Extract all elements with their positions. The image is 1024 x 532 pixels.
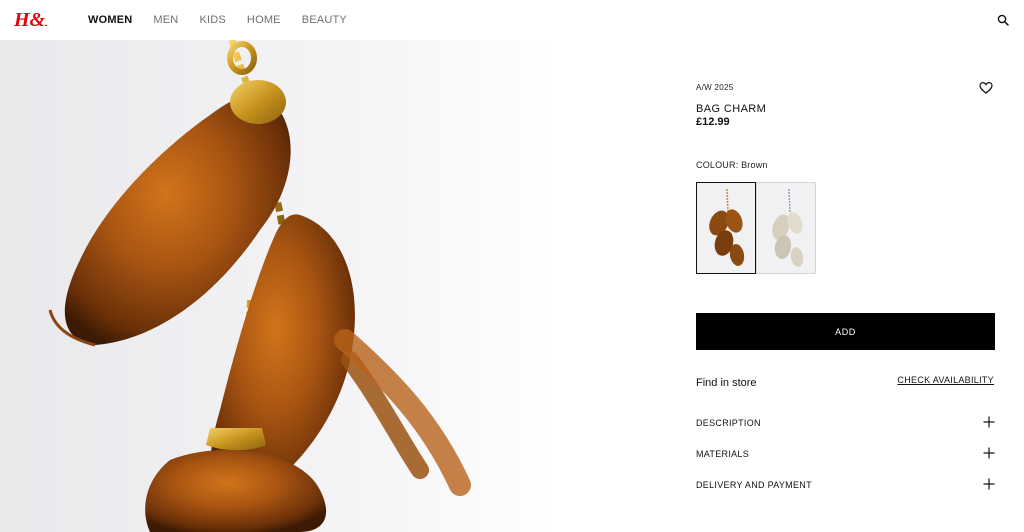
nav-item-women[interactable]: WOMEN: [88, 14, 132, 26]
heart-icon[interactable]: [979, 81, 993, 95]
accordion-description[interactable]: DESCRIPTION: [696, 413, 995, 433]
product-title: BAG CHARM: [696, 103, 767, 115]
swatch-brown[interactable]: [696, 182, 756, 274]
plus-icon: [983, 478, 995, 490]
plus-icon: [983, 447, 995, 459]
product-price: £12.99: [696, 116, 730, 128]
product-details: A/W 2025 BAG CHARM £12.99 COLOUR: Brown …: [696, 0, 996, 532]
add-to-bag-button[interactable]: ADD: [696, 313, 995, 350]
plus-icon: [983, 416, 995, 428]
nav-item-home[interactable]: HOME: [247, 14, 281, 26]
product-image: [0, 40, 556, 532]
season-label: A/W 2025: [696, 83, 734, 92]
accordion-delivery-payment-label: DELIVERY AND PAYMENT: [696, 480, 812, 490]
nav-item-beauty[interactable]: BEAUTY: [302, 14, 347, 26]
accordion-materials-label: MATERIALS: [696, 449, 750, 459]
check-availability-link[interactable]: CHECK AVAILABILITY: [897, 375, 994, 385]
svg-text:H&M: H&M: [13, 9, 47, 31]
colour-label: COLOUR: Brown: [696, 160, 768, 170]
nav-item-kids[interactable]: KIDS: [199, 14, 225, 26]
find-in-store-label: Find in store: [696, 377, 757, 389]
main-nav: WOMEN MEN KIDS HOME BEAUTY: [88, 14, 368, 26]
hm-logo[interactable]: H&M: [13, 7, 47, 31]
swatch-beige-thumbnail: [772, 188, 804, 267]
bag-charm-photo: [48, 40, 471, 532]
nav-item-men[interactable]: MEN: [153, 14, 178, 26]
swatch-brown-thumbnail: [709, 188, 745, 266]
search-icon[interactable]: [997, 14, 1009, 26]
swatch-beige[interactable]: [756, 182, 816, 274]
accordion-description-label: DESCRIPTION: [696, 418, 761, 428]
accordion-materials[interactable]: MATERIALS: [696, 444, 995, 464]
accordion-delivery-payment[interactable]: DELIVERY AND PAYMENT: [696, 475, 995, 495]
